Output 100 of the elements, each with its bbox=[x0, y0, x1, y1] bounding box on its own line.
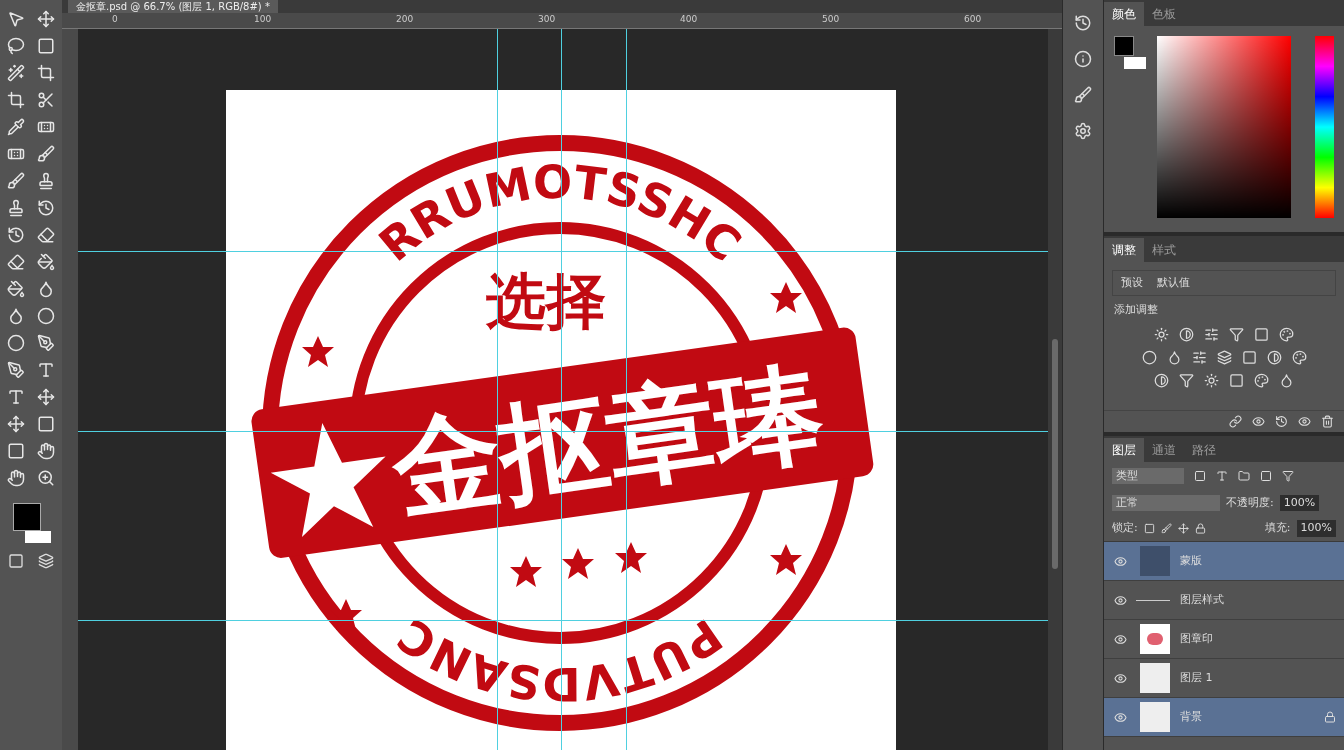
panel-action-icon[interactable] bbox=[1298, 415, 1311, 428]
history-icon[interactable] bbox=[1074, 14, 1092, 32]
tool-icon[interactable] bbox=[7, 361, 25, 379]
tool-icon[interactable] bbox=[7, 253, 25, 271]
adjustment-icon[interactable] bbox=[1266, 349, 1282, 365]
tool-icon[interactable] bbox=[37, 172, 55, 190]
filter-icon[interactable] bbox=[1260, 470, 1272, 482]
tool-icon[interactable] bbox=[7, 280, 25, 298]
adjustment-icon[interactable] bbox=[1179, 372, 1194, 388]
tool-icon[interactable] bbox=[7, 334, 25, 352]
adjustment-icon[interactable] bbox=[1216, 349, 1232, 365]
filter-dropdown[interactable]: 类型 bbox=[1112, 467, 1184, 485]
visibility-icon[interactable] bbox=[1113, 593, 1127, 607]
lock-icon[interactable] bbox=[1143, 523, 1155, 534]
tool-icon[interactable] bbox=[37, 226, 55, 244]
tool-icon[interactable] bbox=[7, 172, 25, 190]
foreground-color-swatch[interactable] bbox=[1114, 36, 1134, 56]
blend-mode-dropdown[interactable]: 正常 bbox=[1112, 494, 1220, 512]
adjustment-icon[interactable] bbox=[1291, 349, 1307, 365]
panel-tab[interactable]: 通道 bbox=[1144, 438, 1184, 462]
lock-icon[interactable] bbox=[1160, 523, 1172, 534]
adjustment-icon[interactable] bbox=[1254, 372, 1269, 388]
tool-icon[interactable] bbox=[37, 280, 55, 298]
tool-icon[interactable] bbox=[37, 469, 55, 487]
panel-tab[interactable]: 色板 bbox=[1144, 2, 1184, 26]
tool-icon[interactable] bbox=[37, 37, 55, 55]
adjustment-icon[interactable] bbox=[1204, 372, 1219, 388]
adjustment-icon[interactable] bbox=[1254, 326, 1269, 342]
document-tab[interactable]: 金抠章.psd @ 66.7% (图层 1, RGB/8#) * bbox=[68, 0, 278, 13]
tool-icon[interactable] bbox=[37, 388, 55, 406]
adjustment-icon[interactable] bbox=[1229, 326, 1244, 342]
tool-icon[interactable] bbox=[7, 469, 25, 487]
tool-icon[interactable] bbox=[7, 10, 25, 28]
tool-icon[interactable] bbox=[37, 253, 55, 271]
adjustment-icon[interactable] bbox=[1241, 349, 1257, 365]
quick-mask-icon[interactable] bbox=[8, 553, 24, 569]
panel-tab[interactable]: 调整 bbox=[1104, 238, 1144, 262]
panel-tab[interactable]: 图层 bbox=[1104, 438, 1144, 462]
panel-action-icon[interactable] bbox=[1229, 415, 1242, 428]
layer-row[interactable]: 背景 bbox=[1104, 698, 1344, 737]
adjustment-icon[interactable] bbox=[1179, 326, 1194, 342]
lock-icon[interactable] bbox=[1194, 523, 1206, 534]
adjustment-icon[interactable] bbox=[1204, 326, 1219, 342]
adjustment-icon[interactable] bbox=[1154, 326, 1169, 342]
tool-icon[interactable] bbox=[37, 64, 55, 82]
tool-icon[interactable] bbox=[7, 307, 25, 325]
adjustment-icon[interactable] bbox=[1154, 372, 1169, 388]
adjustment-icon[interactable] bbox=[1141, 349, 1157, 365]
filter-icon[interactable] bbox=[1238, 470, 1250, 482]
tool-icon[interactable] bbox=[37, 307, 55, 325]
info-icon[interactable] bbox=[1074, 50, 1092, 68]
fill-field[interactable]: 100% bbox=[1296, 520, 1336, 537]
tool-icon[interactable] bbox=[37, 145, 55, 163]
opacity-field[interactable]: 100% bbox=[1279, 494, 1320, 512]
tool-icon[interactable] bbox=[37, 91, 55, 109]
tool-icon[interactable] bbox=[7, 64, 25, 82]
screen-mode-icon[interactable] bbox=[38, 553, 54, 569]
visibility-icon[interactable] bbox=[1113, 632, 1127, 646]
panel-action-icon[interactable] bbox=[1275, 415, 1288, 428]
filter-icon[interactable] bbox=[1194, 470, 1206, 482]
brush-icon[interactable] bbox=[1074, 86, 1092, 104]
tool-icon[interactable] bbox=[7, 388, 25, 406]
filter-icon[interactable] bbox=[1216, 470, 1228, 482]
tool-icon[interactable] bbox=[7, 118, 25, 136]
panel-action-icon[interactable] bbox=[1252, 415, 1265, 428]
adjustment-icon[interactable] bbox=[1191, 349, 1207, 365]
visibility-icon[interactable] bbox=[1113, 554, 1127, 568]
layer-row[interactable]: 蒙版 bbox=[1104, 542, 1344, 581]
panel-tab[interactable]: 路径 bbox=[1184, 438, 1224, 462]
adjustment-icon[interactable] bbox=[1279, 326, 1294, 342]
background-color-swatch[interactable] bbox=[25, 531, 51, 543]
tool-icon[interactable] bbox=[7, 37, 25, 55]
panel-action-icon[interactable] bbox=[1321, 415, 1334, 428]
tool-icon[interactable] bbox=[7, 91, 25, 109]
tool-icon[interactable] bbox=[7, 442, 25, 460]
panel-tab[interactable]: 颜色 bbox=[1104, 2, 1144, 26]
tool-icon[interactable] bbox=[37, 334, 55, 352]
visibility-icon[interactable] bbox=[1113, 710, 1127, 724]
tool-icon[interactable] bbox=[37, 361, 55, 379]
tool-icon[interactable] bbox=[7, 226, 25, 244]
vertical-scrollbar[interactable] bbox=[1048, 29, 1062, 750]
tool-icon[interactable] bbox=[37, 442, 55, 460]
tool-icon[interactable] bbox=[37, 199, 55, 217]
adjustment-icon[interactable] bbox=[1166, 349, 1182, 365]
panel-tab[interactable]: 样式 bbox=[1144, 238, 1184, 262]
background-color-swatch[interactable] bbox=[1124, 57, 1146, 69]
tool-icon[interactable] bbox=[37, 10, 55, 28]
tool-icon[interactable] bbox=[7, 199, 25, 217]
settings-icon[interactable] bbox=[1074, 122, 1092, 140]
adjustment-icon[interactable] bbox=[1229, 372, 1244, 388]
foreground-color-swatch[interactable] bbox=[13, 503, 41, 531]
ruler-label: 400 bbox=[680, 13, 699, 26]
lock-icon[interactable] bbox=[1177, 523, 1189, 534]
tool-icon[interactable] bbox=[37, 415, 55, 433]
visibility-icon[interactable] bbox=[1113, 671, 1127, 685]
filter-icon[interactable] bbox=[1282, 470, 1294, 482]
adjustment-icon[interactable] bbox=[1279, 372, 1294, 388]
color-field[interactable] bbox=[1156, 36, 1291, 218]
preset-dropdown[interactable]: 默认值 bbox=[1157, 274, 1190, 292]
tool-icon[interactable] bbox=[7, 415, 25, 433]
